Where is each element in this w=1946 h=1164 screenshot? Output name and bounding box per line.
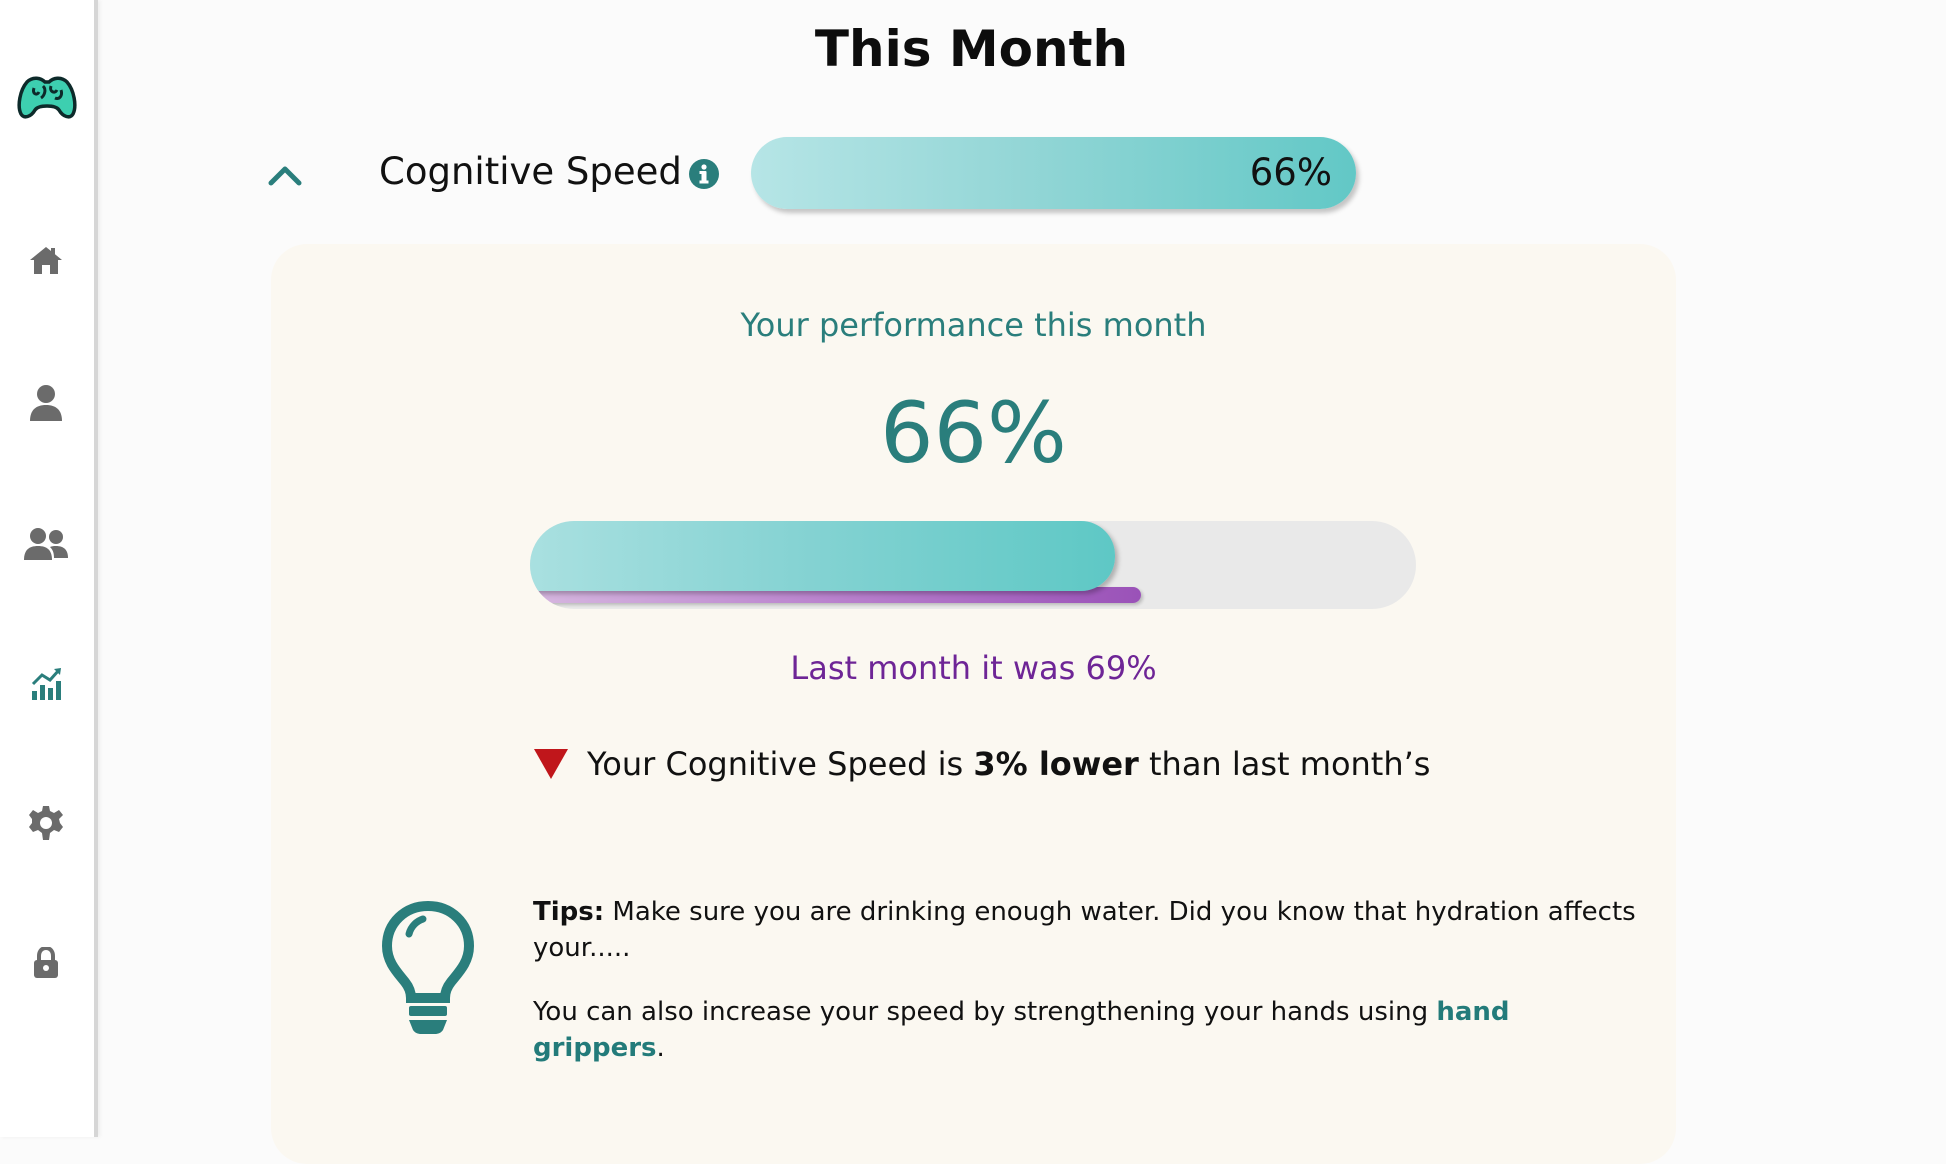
lock-icon[interactable] <box>23 940 69 986</box>
metric-score-value: 66% <box>1249 151 1332 194</box>
tips-line2: You can also increase your speed by stre… <box>533 997 1437 1027</box>
comparison-suffix: than last month’s <box>1138 745 1431 783</box>
group-icon[interactable] <box>23 521 69 567</box>
gear-icon[interactable] <box>23 800 69 846</box>
brain-gamepad-logo-icon <box>14 68 80 124</box>
down-arrow-icon <box>534 749 568 779</box>
comparison-delta: 3% lower <box>973 745 1139 783</box>
sidebar <box>0 0 98 1137</box>
comparison-prefix: Your Cognitive Speed is <box>587 745 974 783</box>
metric-score-bar: 66% <box>751 137 1356 209</box>
last-month-text: Last month it was 69% <box>790 649 1157 687</box>
performance-label: Your performance this month <box>740 306 1207 344</box>
lightbulb-icon <box>381 900 475 1036</box>
current-month-bar <box>530 521 1115 591</box>
person-icon[interactable] <box>23 380 69 426</box>
performance-value: 66% <box>880 384 1067 482</box>
metric-name: Cognitive Speed <box>379 150 682 193</box>
tips-label: Tips: <box>533 897 605 927</box>
stats-chart-icon[interactable] <box>23 661 69 707</box>
performance-card: Your performance this month 66% Last mon… <box>271 244 1676 1164</box>
comparison-statement: Your Cognitive Speed is 3% lower than la… <box>533 744 1430 784</box>
collapse-button[interactable] <box>262 155 308 195</box>
page-title: This Month <box>814 20 1129 78</box>
tips-line2-end: . <box>656 1033 665 1063</box>
tips-text: Tips: Make sure you are drinking enough … <box>533 894 1643 1066</box>
comparison-bar-track <box>530 521 1416 609</box>
chevron-up-icon <box>268 166 302 186</box>
home-icon[interactable] <box>23 237 69 283</box>
info-icon[interactable] <box>688 158 720 190</box>
tips-body: Make sure you are drinking enough water.… <box>533 897 1644 963</box>
